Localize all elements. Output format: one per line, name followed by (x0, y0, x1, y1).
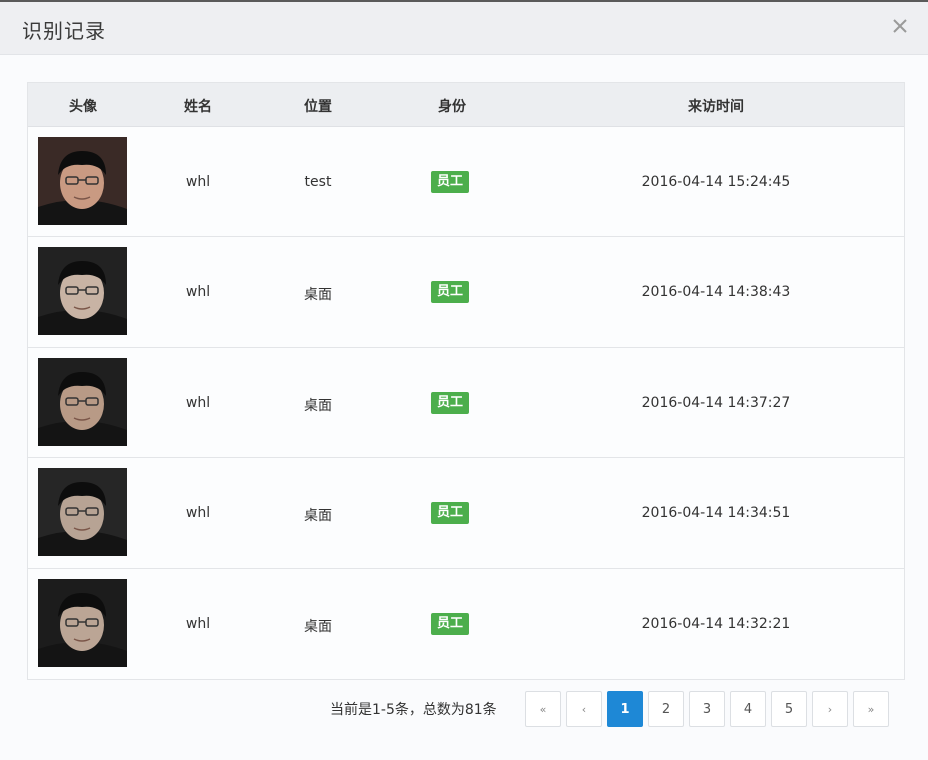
table-row: whl test 员工 2016-04-14 15:24:45 (28, 127, 904, 238)
role-badge: 员工 (430, 391, 470, 414)
cell-location: 桌面 (304, 618, 332, 635)
prev-page-button[interactable]: ‹ (566, 691, 602, 727)
cell-visit-time: 2016-04-14 14:37:27 (641, 394, 791, 411)
records-table: 头像 姓名 位置 身份 来访时间 whl test 员工 2016-04-14 … (27, 82, 905, 680)
cell-name: whl (185, 505, 211, 522)
cell-location: 桌面 (304, 397, 332, 414)
cell-location: 桌面 (304, 287, 332, 304)
page-button-2[interactable]: 2 (648, 691, 684, 727)
recognition-records-dialog: 识别记录 头像 姓名 位置 身份 来访时间 whl test 员工 2016-0… (0, 0, 928, 760)
close-icon[interactable] (890, 16, 910, 36)
avatar (38, 578, 127, 667)
column-header-location: 位置 (304, 99, 332, 115)
avatar (38, 137, 127, 225)
page-button-5[interactable]: 5 (771, 691, 807, 727)
cell-name: whl (185, 284, 211, 301)
avatar (38, 357, 127, 446)
table-row: whl 桌面 员工 2016-04-14 14:32:21 (28, 569, 904, 679)
cell-visit-time: 2016-04-14 15:24:45 (641, 174, 791, 190)
cell-visit-time: 2016-04-14 14:32:21 (641, 615, 791, 632)
role-badge: 员工 (430, 502, 470, 525)
table-row: whl 桌面 员工 2016-04-14 14:34:51 (28, 458, 904, 569)
page-button-3[interactable]: 3 (689, 691, 725, 727)
pagination-info: 当前是1-5条，总数为81条 (330, 702, 497, 718)
table-row: whl 桌面 员工 2016-04-14 14:37:27 (28, 348, 904, 459)
page-button-1[interactable]: 1 (607, 691, 643, 727)
cell-location: 桌面 (304, 508, 332, 525)
column-header-avatar: 头像 (69, 99, 97, 115)
cell-visit-time: 2016-04-14 14:34:51 (641, 505, 791, 522)
next-page-button[interactable]: › (812, 691, 848, 727)
table-row: whl 桌面 员工 2016-04-14 14:38:43 (28, 237, 904, 348)
column-header-name: 姓名 (184, 99, 212, 115)
pagination: « ‹ 1 2 3 4 5 › » (525, 691, 894, 727)
avatar (38, 247, 127, 336)
column-header-visit-time: 来访时间 (688, 99, 744, 115)
cell-location: test (304, 174, 332, 190)
table-header: 头像 姓名 位置 身份 来访时间 (28, 83, 904, 127)
role-badge: 员工 (430, 281, 470, 304)
cell-name: whl (185, 615, 211, 632)
cell-name: whl (185, 174, 211, 190)
role-badge: 员工 (430, 612, 470, 635)
avatar (38, 468, 127, 557)
role-badge: 员工 (430, 171, 470, 193)
page-button-4[interactable]: 4 (730, 691, 766, 727)
first-page-button[interactable]: « (525, 691, 561, 727)
dialog-title: 识别记录 (22, 19, 106, 43)
cell-visit-time: 2016-04-14 14:38:43 (641, 284, 791, 301)
cell-name: whl (185, 394, 211, 411)
column-header-identity: 身份 (438, 99, 466, 115)
last-page-button[interactable]: » (853, 691, 889, 727)
table-body: whl test 员工 2016-04-14 15:24:45 whl 桌面 员… (28, 127, 904, 679)
dialog-header: 识别记录 (0, 2, 928, 55)
